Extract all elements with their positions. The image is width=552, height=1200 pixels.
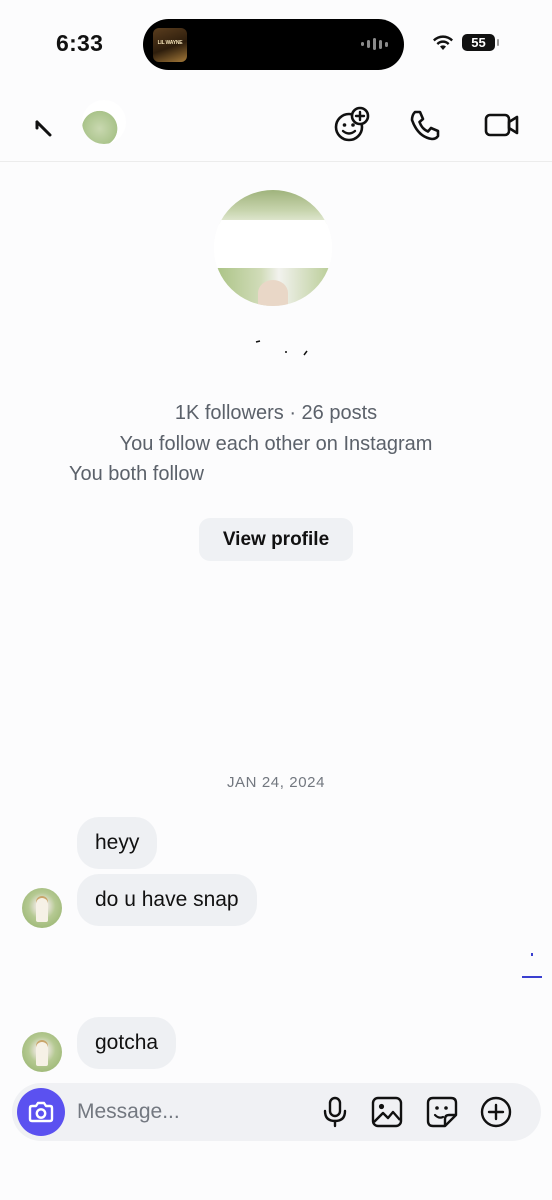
avatar-foliage bbox=[214, 190, 332, 224]
sender-avatar[interactable] bbox=[22, 1032, 62, 1072]
add-effect-icon[interactable] bbox=[332, 106, 370, 144]
avatar-redaction bbox=[214, 220, 332, 270]
camera-icon bbox=[28, 1101, 54, 1123]
mutual-follow-text: You follow each other on Instagram bbox=[119, 433, 433, 455]
avatar-figure bbox=[36, 898, 48, 922]
battery-indicator: 55 bbox=[462, 34, 499, 51]
thread-header bbox=[0, 92, 552, 162]
phone-icon[interactable] bbox=[406, 106, 444, 144]
scroll-artifact bbox=[531, 953, 533, 956]
header-avatar[interactable] bbox=[82, 100, 126, 144]
dm-thread-screen: 6:33 LIL WAYNE 55 1K followers · 26 post… bbox=[0, 0, 552, 1200]
profile-stats: 1K followers · 26 posts bbox=[174, 402, 378, 424]
wifi-icon bbox=[433, 34, 453, 50]
add-icon[interactable] bbox=[479, 1095, 513, 1129]
avatar-figure bbox=[258, 280, 288, 306]
audio-waveform-icon bbox=[361, 38, 388, 50]
message-bubble[interactable]: heyy bbox=[77, 817, 158, 869]
gallery-icon[interactable] bbox=[370, 1095, 404, 1129]
profile-avatar[interactable] bbox=[214, 190, 332, 306]
status-indicators: 55 bbox=[432, 34, 499, 51]
both-follow-text: You both follow bbox=[69, 463, 204, 485]
status-time: 6:33 bbox=[56, 30, 104, 56]
message-bubble[interactable]: gotcha bbox=[77, 1017, 177, 1069]
sender-avatar[interactable] bbox=[22, 888, 62, 928]
avatar-figure bbox=[36, 1042, 48, 1066]
artwork-text: LIL WAYNE bbox=[157, 40, 183, 46]
profile-name-redacted bbox=[255, 340, 308, 356]
video-icon[interactable] bbox=[483, 106, 521, 144]
camera-button[interactable] bbox=[17, 1088, 65, 1136]
date-separator: JAN 24, 2024 bbox=[226, 774, 326, 791]
dynamic-island[interactable]: LIL WAYNE bbox=[143, 19, 404, 70]
message-input[interactable] bbox=[77, 1093, 297, 1131]
scroll-artifact bbox=[522, 976, 542, 978]
sticker-icon[interactable] bbox=[425, 1095, 459, 1129]
view-profile-button[interactable]: View profile bbox=[199, 518, 353, 561]
message-bubble[interactable]: do u have snap bbox=[77, 874, 257, 926]
microphone-icon[interactable] bbox=[318, 1095, 352, 1129]
message-composer bbox=[12, 1083, 541, 1141]
now-playing-artwork: LIL WAYNE bbox=[153, 28, 187, 62]
back-arrow-icon[interactable] bbox=[30, 114, 60, 144]
